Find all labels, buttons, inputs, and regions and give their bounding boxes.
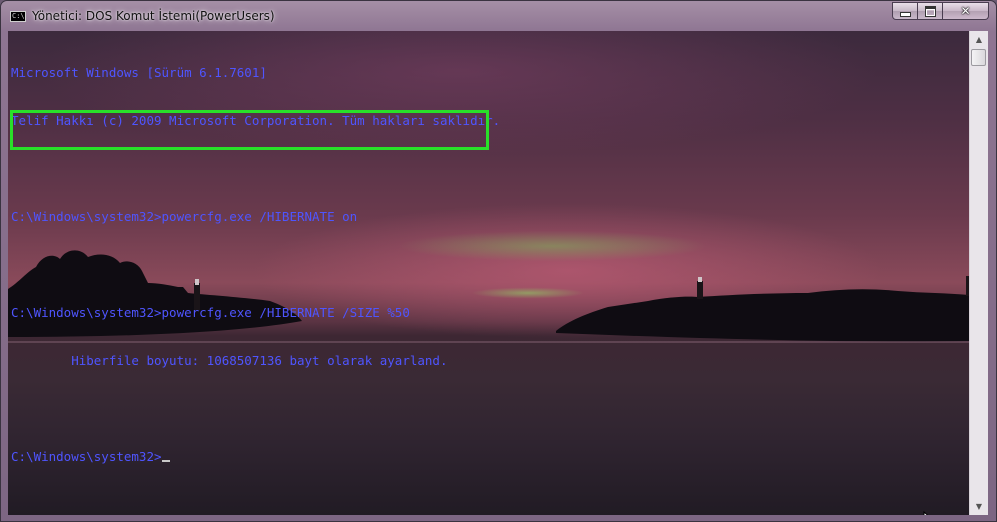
highlight-box xyxy=(10,110,489,150)
console-line-3: C:\Windows\system32>powercfg.exe /HIBERN… xyxy=(11,209,358,224)
text-cursor xyxy=(161,460,170,462)
scroll-down-icon[interactable]: ▼ xyxy=(970,498,988,515)
maximize-button[interactable] xyxy=(918,2,943,20)
close-icon: ✕ xyxy=(960,4,971,18)
caption-buttons: ✕ xyxy=(892,2,989,21)
console-prompt: C:\Windows\system32> xyxy=(11,449,162,464)
console-icon[interactable]: C:\ xyxy=(10,11,26,22)
console-output: Microsoft Windows [Sürüm 6.1.7601] Telif… xyxy=(11,33,500,497)
mouse-pointer-icon xyxy=(923,511,929,515)
close-button[interactable]: ✕ xyxy=(943,2,989,20)
console-prompt-line[interactable]: C:\Windows\system32> xyxy=(11,449,500,465)
console-line-4: C:\Windows\system32>powercfg.exe /HIBERN… xyxy=(11,305,410,320)
command-prompt-window: C:\ Yönetici: DOS Komut İstemi(PowerUser… xyxy=(0,0,997,522)
scroll-up-icon[interactable]: ▲ xyxy=(970,31,988,48)
maximize-icon xyxy=(924,5,936,17)
console-line-1: Microsoft Windows [Sürüm 6.1.7601] xyxy=(11,65,267,80)
vertical-scrollbar[interactable]: ▲ ▼ xyxy=(969,31,988,515)
minimize-button[interactable] xyxy=(892,2,918,20)
minimize-icon xyxy=(899,11,911,17)
window-title: Yönetici: DOS Komut İstemi(PowerUsers) xyxy=(32,9,275,23)
console-line-5: Hiberfile boyutu: 1068507136 bayt olarak… xyxy=(11,353,448,368)
title-bar[interactable]: C:\ Yönetici: DOS Komut İstemi(PowerUser… xyxy=(1,1,996,31)
scroll-thumb[interactable] xyxy=(971,49,986,66)
console-area[interactable]: Microsoft Windows [Sürüm 6.1.7601] Telif… xyxy=(8,31,969,515)
console-icon-label: C:\ xyxy=(12,12,25,20)
